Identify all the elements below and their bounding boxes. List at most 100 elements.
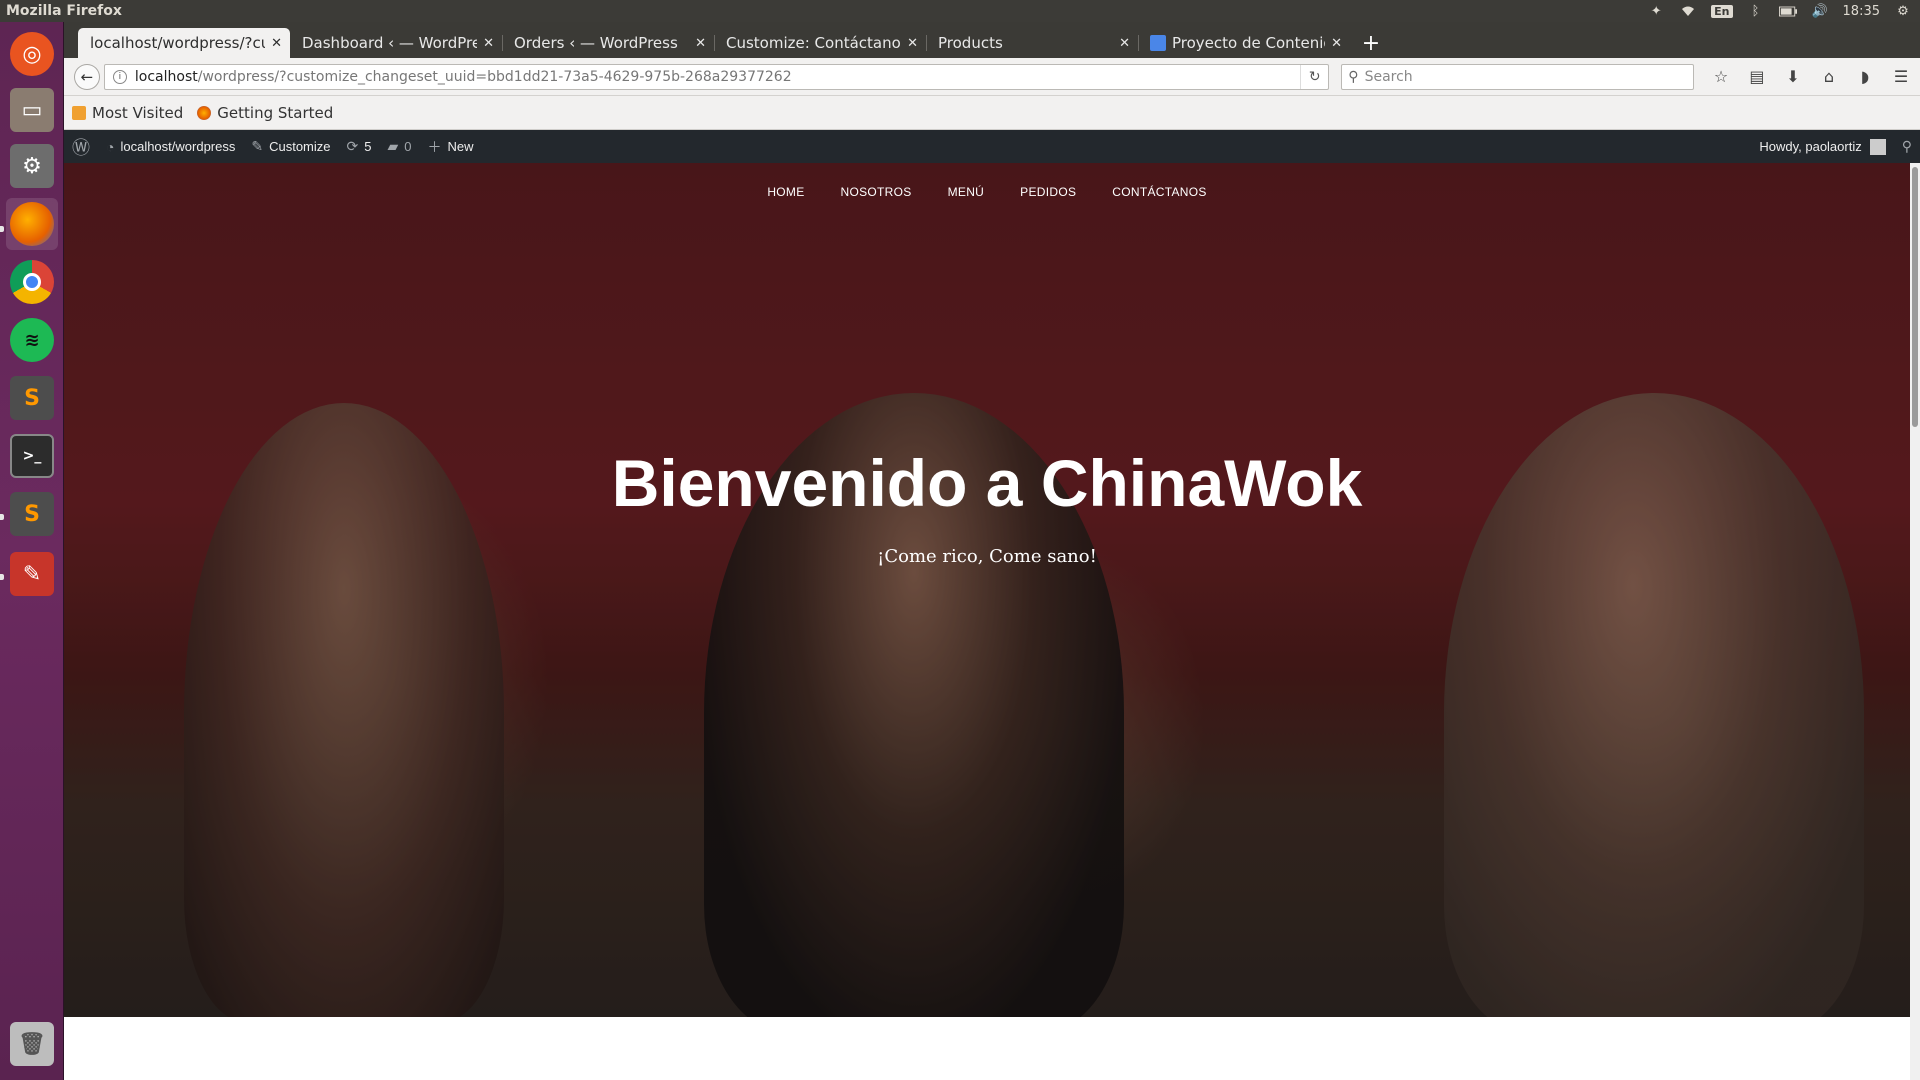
url-bar[interactable]: i localhost /wordpress/?customize_change…: [103, 63, 1330, 90]
wifi-icon[interactable]: [1679, 4, 1697, 18]
hero-subtitle: ¡Come rico, Come sano!: [877, 546, 1097, 567]
volume-icon[interactable]: 🔊: [1811, 4, 1829, 19]
terminal-icon[interactable]: >_: [6, 430, 58, 482]
google-docs-icon: [1150, 35, 1166, 51]
paintbrush-icon: ✎: [251, 138, 264, 154]
battery-icon[interactable]: [1778, 4, 1797, 18]
wp-admin-bar: Ⓦ ◔ localhost/wordpress ✎ Customize ⟳ 5 …: [64, 130, 1920, 163]
site-name-link[interactable]: ◔ localhost/wordpress: [98, 130, 243, 163]
chrome-icon[interactable]: [6, 256, 58, 308]
comment-icon: ▰: [387, 138, 399, 154]
tab-label: Proyecto de Contenido: [1172, 34, 1325, 52]
home-icon[interactable]: ⌂: [1820, 67, 1838, 86]
bookmark-most-visited[interactable]: Most Visited: [72, 104, 183, 122]
admin-search-button[interactable]: ⚲: [1894, 130, 1920, 163]
tab-proyecto[interactable]: Proyecto de Contenido ✕: [1138, 28, 1350, 58]
new-tab-button[interactable]: +: [1356, 28, 1386, 58]
libreoffice-draw-icon[interactable]: ✎: [6, 548, 58, 600]
sublime-text-icon[interactable]: S: [6, 372, 58, 424]
hero-title: Bienvenido a ChinaWok: [611, 446, 1363, 520]
system-top-panel: Mozilla Firefox ✦ En ᛒ 🔊 18:35 ⚙: [0, 0, 1920, 22]
menu-item-home[interactable]: HOME: [765, 181, 806, 203]
updates-icon: ⟳: [346, 138, 359, 154]
search-placeholder: Search: [1364, 68, 1413, 85]
tab-label: localhost/wordpress/?cus: [90, 34, 266, 52]
search-icon: ⚲: [1901, 138, 1912, 154]
session-gear-icon[interactable]: ⚙: [1894, 4, 1912, 19]
ubuntu-dash-icon[interactable]: ◎: [6, 28, 58, 80]
tab-dashboard[interactable]: Dashboard ‹ — WordPress ✕: [290, 28, 502, 58]
url-host: localhost: [134, 68, 198, 85]
spotify-icon[interactable]: ≋: [6, 314, 58, 366]
close-icon[interactable]: ✕: [695, 36, 706, 51]
customize-label: Customize: [269, 139, 331, 154]
downloads-icon[interactable]: ⬇: [1784, 67, 1802, 86]
menu-item-pedidos[interactable]: PEDIDOS: [1018, 181, 1078, 203]
bookmarks-toolbar: Most Visited Getting Started: [64, 96, 1920, 130]
tab-label: Customize: Contáctanos: [726, 34, 902, 52]
search-input[interactable]: ⚲ Search: [1341, 63, 1694, 90]
tab-label: Dashboard ‹ — WordPress: [302, 34, 478, 52]
updates-link[interactable]: ⟳ 5: [339, 130, 380, 163]
system-settings-icon[interactable]: ⚙: [6, 140, 58, 192]
tab-bar: localhost/wordpress/?cus ✕ Dashboard ‹ —…: [64, 22, 1920, 58]
bookmark-getting-started[interactable]: Getting Started: [197, 104, 333, 122]
bluetooth-icon[interactable]: ᛒ: [1747, 4, 1765, 19]
comments-link[interactable]: ▰ 0: [379, 130, 419, 163]
wordpress-logo-icon: Ⓦ: [72, 137, 90, 158]
tab-products[interactable]: Products ✕: [926, 28, 1138, 58]
comments-count: 0: [404, 139, 412, 154]
back-button[interactable]: ←: [74, 63, 100, 90]
dashboard-icon: ◔: [106, 138, 115, 155]
new-content-link[interactable]: ＋ New: [420, 130, 482, 163]
scrollbar-thumb[interactable]: [1912, 167, 1918, 427]
close-icon[interactable]: ✕: [1119, 36, 1130, 51]
customize-link[interactable]: ✎ Customize: [243, 130, 338, 163]
menu-item-nosotros[interactable]: NOSOTROS: [839, 181, 914, 203]
system-tray: ✦ En ᛒ 🔊 18:35 ⚙: [1647, 4, 1920, 19]
sublime-text-2-icon[interactable]: S: [6, 488, 58, 540]
menu-icon[interactable]: ☰: [1892, 67, 1910, 86]
tab-localhost[interactable]: localhost/wordpress/?cus ✕: [78, 28, 290, 58]
clock[interactable]: 18:35: [1843, 4, 1880, 19]
folder-icon: [72, 105, 86, 120]
page-scrollbar[interactable]: [1910, 163, 1920, 1080]
close-icon[interactable]: ✕: [907, 36, 918, 51]
url-path: /wordpress/?customize_changeset_uuid=bbd…: [197, 68, 792, 85]
close-icon[interactable]: ✕: [1331, 36, 1342, 51]
bookmark-label: Getting Started: [217, 103, 334, 122]
dropbox-icon[interactable]: ✦: [1647, 4, 1665, 19]
search-icon: ⚲: [1348, 68, 1359, 85]
menu-item-menu[interactable]: MENÚ: [946, 181, 987, 203]
new-label: New: [447, 139, 474, 154]
site-name: localhost/wordpress: [120, 139, 236, 154]
plus-icon: ＋: [427, 138, 442, 155]
firefox-icon[interactable]: [6, 198, 58, 250]
close-icon[interactable]: ✕: [483, 36, 494, 51]
site-main-menu: HOME NOSOTROS MENÚ PEDIDOS CONTÁCTANOS: [64, 181, 1910, 203]
info-icon[interactable]: i: [112, 69, 127, 84]
menu-item-contactanos[interactable]: CONTÁCTANOS: [1110, 181, 1208, 203]
tab-label: Orders ‹ — WordPress: [514, 34, 678, 52]
keyboard-language-indicator[interactable]: En: [1711, 4, 1733, 18]
pocket-icon[interactable]: ◗: [1856, 67, 1874, 86]
howdy-text: Howdy, paolaortiz: [1759, 139, 1862, 154]
page-content-area: [64, 1017, 1910, 1080]
close-icon[interactable]: ✕: [271, 36, 282, 51]
window-title: Mozilla Firefox: [6, 3, 122, 19]
bookmark-label: Most Visited: [92, 103, 184, 122]
firefox-icon: [197, 105, 212, 120]
files-icon[interactable]: ▭: [6, 84, 58, 136]
tab-label: Products: [938, 34, 1003, 52]
bookmark-star-icon[interactable]: ☆: [1712, 67, 1730, 86]
avatar: [1869, 138, 1886, 155]
reload-icon[interactable]: ↻: [1300, 64, 1328, 89]
wp-logo-button[interactable]: Ⓦ: [64, 130, 98, 163]
updates-count: 5: [364, 139, 372, 154]
tab-orders[interactable]: Orders ‹ — WordPress ✕: [502, 28, 714, 58]
tab-customize-contactanos[interactable]: Customize: Contáctanos ✕: [714, 28, 926, 58]
trash-icon[interactable]: 🗑: [6, 1018, 58, 1070]
bookmarks-library-icon[interactable]: ▤: [1748, 67, 1766, 86]
hero-banner: HOME NOSOTROS MENÚ PEDIDOS CONTÁCTANOS B…: [64, 163, 1910, 1017]
my-account-link[interactable]: Howdy, paolaortiz: [1751, 130, 1893, 163]
